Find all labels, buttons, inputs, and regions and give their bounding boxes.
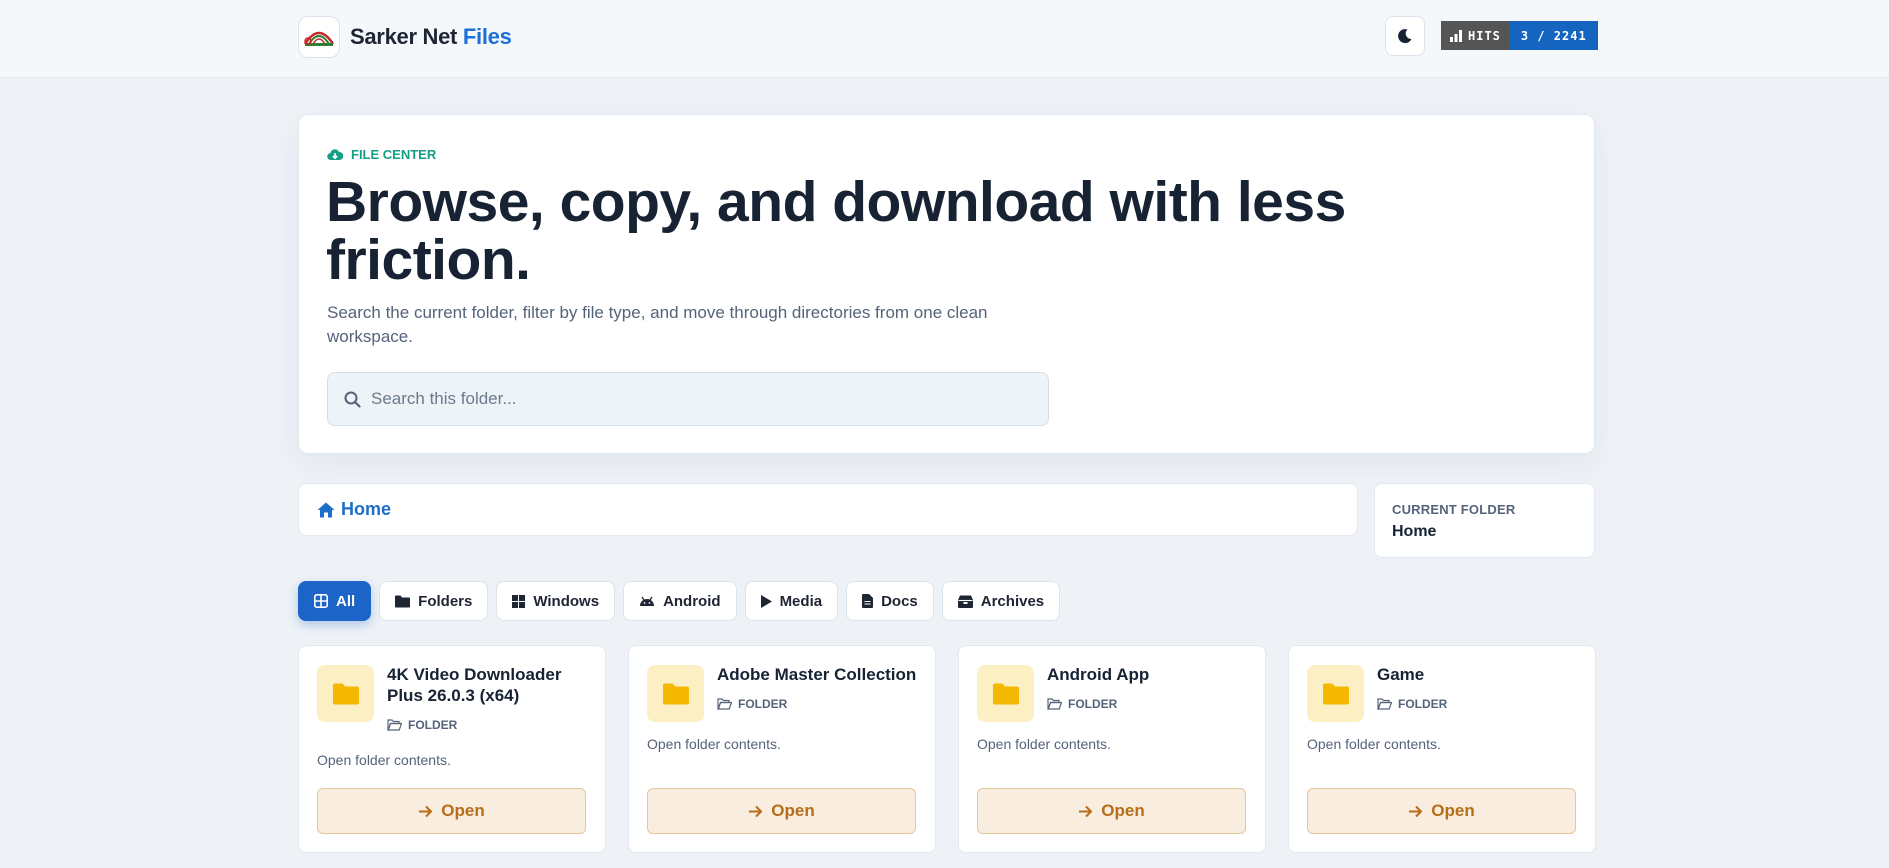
folder-icon [992,683,1019,704]
card-type-tag: FOLDER [1047,697,1117,711]
search-icon [344,391,361,408]
brand-name: Sarker Net Files [350,24,512,49]
folder-card[interactable]: 4K Video Downloader Plus 26.0.3 (x64) FO… [298,645,606,853]
folder-open-icon [717,698,732,710]
archive-icon [957,595,973,608]
hero-eyebrow: FILE CENTER [327,147,436,162]
filter-folders-button[interactable]: Folders [379,581,489,621]
card-type-tag: FOLDER [717,697,787,711]
open-button[interactable]: Open [1307,788,1576,834]
open-button[interactable]: Open [647,788,916,834]
brand-name-accent: Files [462,24,512,49]
hero-title: Browse, copy, and download with less fri… [326,170,1346,292]
search-box[interactable] [327,372,1049,426]
search-input[interactable] [371,389,1048,409]
top-bar: Sarker Net Files HITS 3 / 2241 [0,0,1889,78]
card-type-tag: FOLDER [387,718,457,732]
card-description: Open folder contents. [977,736,1111,752]
filter-bar: All Folders Windows Android Media Docs A… [298,581,1061,621]
folder-thumbnail [317,665,374,722]
card-title: Game [1377,665,1425,684]
brand-logo [298,16,340,58]
hero-panel: FILE CENTER Browse, copy, and download w… [298,114,1595,454]
hits-label: HITS [1468,28,1501,43]
brand[interactable]: Sarker Net Files [298,16,512,58]
folder-card[interactable]: Adobe Master Collection FOLDER Open fold… [628,645,936,853]
arrow-right-icon [419,805,433,817]
folder-card[interactable]: Android App FOLDER Open folder contents.… [958,645,1266,853]
windows-icon [512,594,526,608]
card-description: Open folder contents. [647,736,781,752]
grid-icon [314,594,328,608]
moon-icon [1398,29,1412,44]
play-icon [760,594,772,608]
folder-icon [662,683,689,704]
card-title: Adobe Master Collection [717,665,917,684]
current-folder-panel: CURRENT FOLDER Home [1374,483,1595,558]
arrow-right-icon [1409,805,1423,817]
current-folder-value: Home [1392,523,1437,540]
hits-counter-badge: HITS 3 / 2241 [1441,21,1598,50]
arrow-right-icon [749,805,763,817]
home-icon [317,502,335,517]
folder-icon [1322,683,1349,704]
folder-open-icon [387,719,402,731]
folder-open-icon [1047,698,1062,710]
arrow-right-icon [1079,805,1093,817]
current-folder-label: CURRENT FOLDER [1392,502,1516,517]
folder-thumbnail [1307,665,1364,722]
card-title: Android App [1047,665,1150,684]
cloud-download-icon [327,149,343,161]
android-icon [640,596,655,606]
filter-media-button[interactable]: Media [744,581,839,621]
folder-icon [395,595,411,607]
folder-thumbnail [977,665,1034,722]
card-type-tag: FOLDER [1377,697,1447,711]
open-button[interactable]: Open [977,788,1246,834]
card-description: Open folder contents. [1307,736,1441,752]
open-button[interactable]: Open [317,788,586,834]
card-description: Open folder contents. [317,752,451,768]
filter-windows-button[interactable]: Windows [496,581,616,621]
folder-icon [332,683,359,704]
card-title: 4K Video Downloader Plus 26.0.3 (x64) [387,665,562,705]
filter-archives-button[interactable]: Archives [941,581,1061,621]
hero-subtitle: Search the current folder, filter by fil… [327,303,988,346]
theme-toggle-button[interactable] [1385,16,1425,56]
filter-all-button[interactable]: All [298,581,372,621]
folder-card[interactable]: Game FOLDER Open folder contents. Open [1288,645,1596,853]
bar-chart-icon [1450,29,1462,42]
hits-value: 3 / 2241 [1509,21,1598,50]
folder-open-icon [1377,698,1392,710]
folder-thumbnail [647,665,704,722]
filter-docs-button[interactable]: Docs [846,581,934,621]
document-icon [862,594,874,608]
breadcrumb-home-link[interactable]: Home [341,499,391,520]
filter-android-button[interactable]: Android [623,581,737,621]
breadcrumb: Home [298,483,1358,536]
